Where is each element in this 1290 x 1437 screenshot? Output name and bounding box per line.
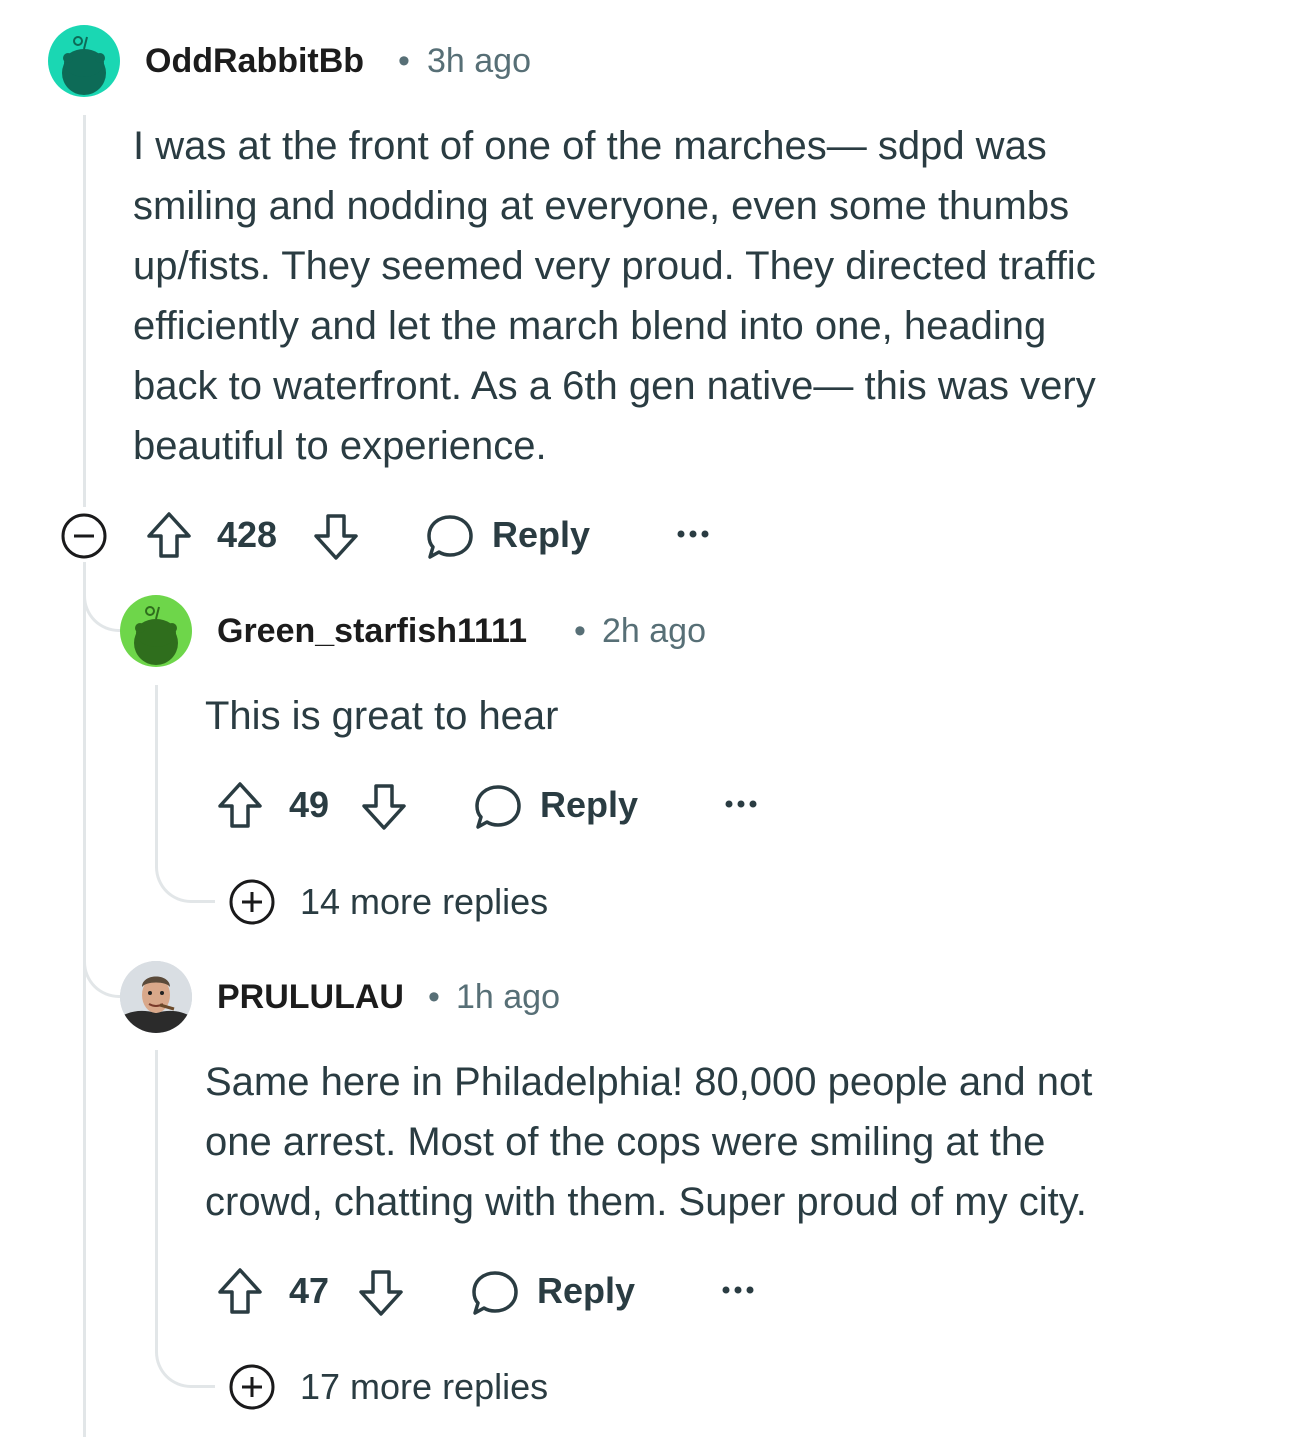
thread-elbow	[155, 1330, 215, 1388]
expand-plus-icon	[229, 1364, 275, 1410]
snoo-avatar-icon	[134, 606, 178, 665]
vote-count: 49	[289, 784, 330, 825]
upvote-button[interactable]	[216, 780, 264, 832]
comment-body-line: crowd, chatting with them. Super proud o…	[205, 1180, 1087, 1224]
downvote-button[interactable]	[360, 780, 408, 832]
vote-count: 428	[217, 514, 278, 555]
avatar[interactable]	[48, 25, 120, 97]
avatar[interactable]	[120, 961, 192, 1033]
reply-button[interactable]: Reply	[473, 780, 653, 832]
more-options-button[interactable]	[676, 522, 710, 546]
timestamp: 1h ago	[456, 978, 560, 1016]
thread-elbow	[155, 845, 215, 903]
reply-button[interactable]: Reply	[425, 510, 605, 562]
comment-body-line: smiling and nodding at everyone, even so…	[133, 184, 1070, 228]
timestamp: 3h ago	[427, 42, 531, 80]
thread-line-main	[83, 562, 86, 1437]
comment-bubble-icon	[427, 515, 473, 559]
comment-bubble-icon	[472, 1271, 518, 1315]
reply-label: Reply	[537, 1270, 636, 1311]
collapse-button[interactable]	[60, 512, 108, 560]
separator-dot: •	[428, 978, 440, 1016]
more-replies-button[interactable]: 17 more replies	[228, 1363, 568, 1411]
downvote-icon	[359, 1270, 403, 1316]
username[interactable]: Green_starfish1111	[217, 612, 527, 651]
thread-line-main	[83, 115, 86, 507]
expand-plus-icon	[229, 879, 275, 925]
comment-body-line: one arrest. Most of the cops were smilin…	[205, 1120, 1046, 1164]
more-options-button[interactable]	[721, 1278, 755, 1302]
more-replies-label: 14 more replies	[300, 881, 549, 922]
thread-line-reply	[155, 685, 158, 845]
comment-body: This is great to hear	[205, 686, 559, 746]
reply-button[interactable]: Reply	[470, 1266, 650, 1318]
upvote-icon	[147, 512, 191, 558]
upvote-button[interactable]	[145, 510, 193, 562]
more-options-icon	[722, 1286, 754, 1294]
snoo-avatar-icon	[62, 36, 106, 95]
more-options-icon	[725, 800, 757, 808]
comment-body-line: beautiful to experience.	[133, 424, 547, 468]
comment-body-line: back to waterfront. As a 6th gen native—…	[133, 364, 1096, 408]
avatar[interactable]	[120, 595, 192, 667]
upvote-icon	[218, 782, 262, 828]
more-replies-label: 17 more replies	[300, 1366, 549, 1407]
thread-line-reply	[155, 1050, 158, 1330]
thread-elbow	[83, 940, 123, 998]
more-options-icon	[677, 530, 709, 538]
separator-dot: •	[574, 612, 586, 650]
comment-body-line: This is great to hear	[205, 694, 559, 738]
upvote-icon	[218, 1268, 262, 1314]
user-photo-icon	[120, 961, 192, 1033]
more-replies-button[interactable]: 14 more replies	[228, 878, 568, 926]
comment-bubble-icon	[475, 785, 521, 829]
reply-label: Reply	[492, 514, 591, 555]
comment-body-line: up/fists. They seemed very proud. They d…	[133, 244, 1096, 288]
reply-label: Reply	[540, 784, 639, 825]
collapse-icon	[61, 513, 107, 559]
separator-dot: •	[398, 42, 410, 80]
username[interactable]: OddRabbitBb	[145, 42, 364, 81]
vote-count: 47	[289, 1270, 330, 1311]
thread-elbow	[83, 562, 123, 632]
username[interactable]: PRULULAU	[217, 978, 404, 1017]
downvote-button[interactable]	[357, 1266, 405, 1318]
more-options-button[interactable]	[724, 792, 758, 816]
downvote-icon	[314, 514, 358, 560]
comment-body-line: I was at the front of one of the marches…	[133, 124, 1047, 168]
timestamp: 2h ago	[602, 612, 706, 650]
downvote-icon	[362, 784, 406, 830]
comment-body: I was at the front of one of the marches…	[133, 116, 1096, 476]
comment-body-line: efficiently and let the march blend into…	[133, 304, 1047, 348]
downvote-button[interactable]	[312, 510, 360, 562]
upvote-button[interactable]	[216, 1266, 264, 1318]
comment-body-line: Same here in Philadelphia! 80,000 people…	[205, 1060, 1093, 1104]
comment-body: Same here in Philadelphia! 80,000 people…	[205, 1052, 1092, 1232]
